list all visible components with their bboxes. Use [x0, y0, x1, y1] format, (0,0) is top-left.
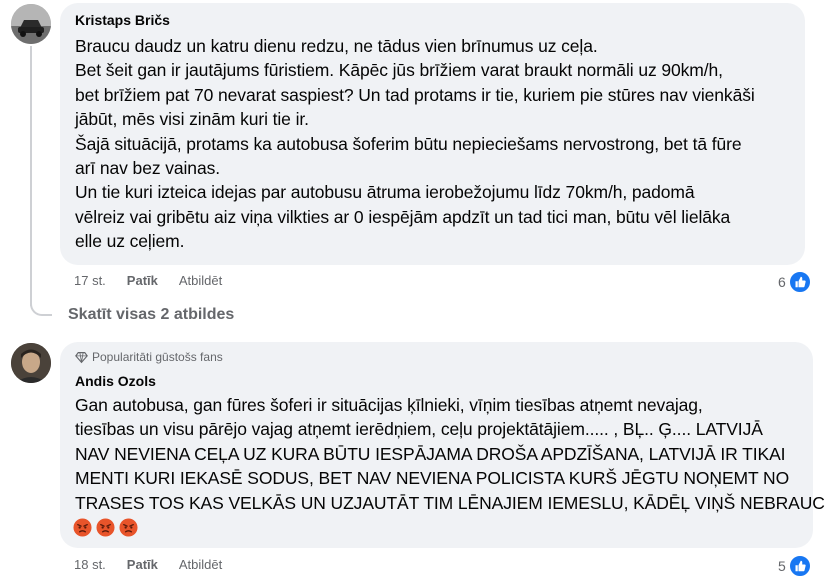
diamond-icon	[75, 351, 88, 363]
angry-face-icon	[96, 518, 115, 537]
comment-line: jābūt, mēs visi zinām kuri tie ir.	[75, 109, 309, 130]
reaction-count[interactable]: 5	[778, 554, 812, 578]
comment-line: Gan autobusa, gan fūres šoferi ir situāc…	[75, 395, 703, 415]
comment-actions: 17 st. Patīk Atbildēt	[74, 273, 222, 288]
comment-line: elle uz ceļiem.	[75, 231, 185, 252]
thumbs-up-icon	[787, 554, 812, 578]
like-count: 5	[778, 558, 786, 574]
reply-button[interactable]: Atbildēt	[179, 273, 222, 288]
comment-line: NAV NEVIENA CEĻA UZ KURA BŪTU IESPĀJAMA …	[75, 443, 786, 464]
like-count: 6	[778, 274, 786, 290]
comment-timestamp[interactable]: 18 st.	[74, 557, 106, 572]
person-photo-icon	[11, 343, 51, 383]
fan-badge: Popularitāti gūstošs fans	[75, 350, 223, 364]
angry-face-icon	[73, 518, 92, 537]
avatar[interactable]	[11, 4, 51, 44]
like-button[interactable]: Patīk	[127, 273, 158, 288]
comment-line: MENTI KURI IEKASĒ SODUS, BET NAV NEVIENA…	[75, 468, 790, 489]
angry-face-icon	[119, 518, 138, 537]
comment-line: arī nav bez vainas.	[75, 158, 220, 179]
emoji-row	[73, 518, 138, 537]
comment-timestamp[interactable]: 17 st.	[74, 273, 106, 288]
comment-author[interactable]: Kristaps Bričs	[75, 12, 170, 28]
comment-line: bet brīžiem pat 70 nevarat saspiest? Un …	[75, 84, 755, 105]
comment-line: TRASES TOS KAS VELKĀS UN UZJAUTĀT TIM LĒ…	[75, 492, 825, 513]
comment-bubble: Kristaps Bričs Braucu daudz un katru die…	[60, 3, 805, 265]
comment-line: Bet šeit gan ir jautājums fūristiem. Kāp…	[75, 60, 723, 81]
comment-author[interactable]: Andis Ozols	[75, 373, 156, 389]
comment-line: tiesības un visu pārējo vajag atņemt ier…	[75, 419, 763, 440]
comment-bubble: Popularitāti gūstošs fans Andis Ozols Ga…	[60, 342, 825, 548]
thread-line-corner	[30, 296, 52, 316]
car-photo-icon	[11, 4, 51, 44]
thread-line	[30, 46, 32, 306]
comment-line: Šajā situācijā, protams ka autobusa šofe…	[75, 133, 742, 154]
comment-text: Gan autobusa, gan fūres šoferi ir situāc…	[75, 393, 825, 515]
avatar[interactable]	[11, 343, 51, 383]
comment-line: vēlreiz vai gribētu aiz viņa vilkties ar…	[75, 206, 731, 227]
like-button[interactable]: Patīk	[127, 557, 158, 572]
reply-button[interactable]: Atbildēt	[179, 557, 222, 572]
thumbs-up-icon	[787, 270, 812, 294]
view-replies-link[interactable]: Skatīt visas 2 atbildes	[68, 306, 234, 324]
comment-line: Braucu daudz un katru dienu redzu, ne tā…	[75, 36, 598, 56]
comment-line: Un tie kuri izteica idejas par autobusu …	[75, 182, 695, 203]
comment-actions: 18 st. Patīk Atbildēt	[74, 557, 222, 572]
comment-text: Braucu daudz un katru dienu redzu, ne tā…	[75, 34, 755, 254]
reaction-count[interactable]: 6	[778, 270, 812, 294]
fan-badge-label: Popularitāti gūstošs fans	[92, 350, 223, 364]
